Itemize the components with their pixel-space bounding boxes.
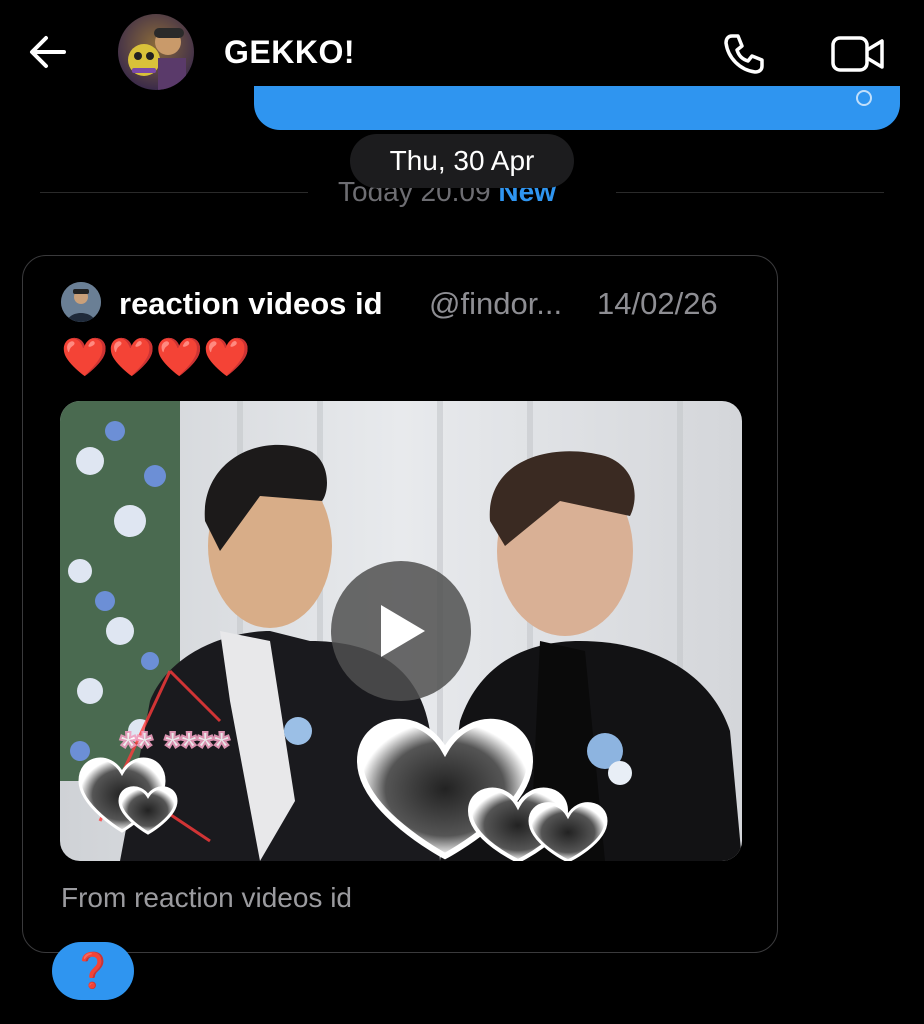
avatar[interactable] [118,14,194,90]
previous-message-bubble[interactable] [254,86,900,130]
video-camera-icon[interactable] [830,32,886,76]
divider-line [616,192,884,193]
post-author-handle: @findor... [429,286,563,321]
video-thumbnail[interactable]: ** **** [60,401,742,861]
reaction-bubble[interactable]: ❓ [52,942,134,1000]
phone-icon[interactable] [720,30,768,78]
post-author-name[interactable]: reaction videos id [119,286,383,322]
arrow-left-icon[interactable] [26,30,70,74]
chat-title[interactable]: GEKKO! [224,34,355,71]
date-pill: Thu, 30 Apr [350,134,574,188]
post-date: 14/02/26 [597,286,718,321]
read-receipt-icon [856,90,872,106]
post-author-avatar[interactable] [61,282,101,322]
post-text: ❤️❤️❤️❤️ [61,337,251,379]
play-button[interactable] [331,561,471,701]
shared-post-card[interactable]: reaction videos id @findor... 14/02/26 ❤… [22,255,778,953]
play-icon [381,605,425,657]
post-source-label[interactable]: From reaction videos id [61,882,352,914]
divider-line [40,192,308,193]
